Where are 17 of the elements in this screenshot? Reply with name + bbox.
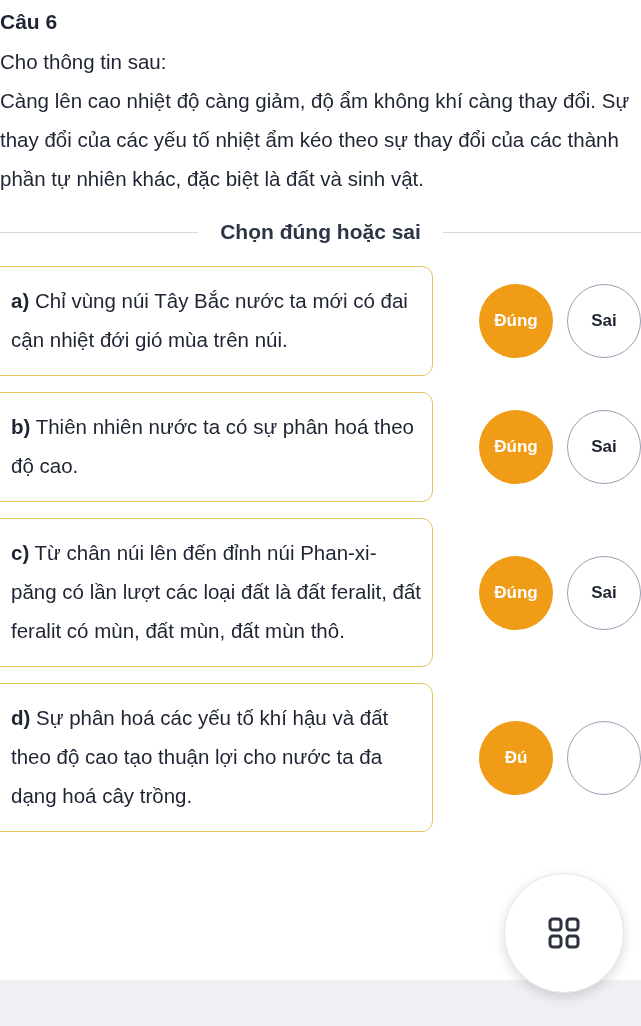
false-button[interactable]: Sai bbox=[567, 555, 641, 630]
statement-text: c) Từ chân núi lên đến đỉnh núi Phan-xi-păng có lần lượt các loại đất là đất feralit, đất feralit có mùn, đất mùn, đất mùn thô. bbox=[11, 541, 422, 642]
intro-text: Cho thông tin sau: bbox=[0, 49, 168, 75]
grid-icon bbox=[548, 917, 580, 949]
grid-menu-button[interactable] bbox=[504, 873, 624, 993]
statement-text: d) Sự phân hoá các yếu tố khí hậu và đất theo độ cao tạo thuận lợi cho nước ta đa dạng hoá cây trồng. bbox=[11, 706, 389, 807]
false-button[interactable]: Sai bbox=[567, 284, 641, 358]
true-button[interactable]: Đúng bbox=[479, 410, 553, 484]
true-button[interactable]: Đúng bbox=[479, 555, 553, 630]
false-button[interactable]: Sai bbox=[567, 410, 641, 484]
true-button[interactable]: Đúng bbox=[479, 284, 553, 358]
passage-text: Càng lên cao nhiệt độ càng giảm, độ ẩm không khí càng thay đổi. Sự thay đổi của các yếu tố nhiệt ẩm kéo theo sự thay đổi của các thành phần tự nhiên khác, đặc biệt là đất và sinh vật. bbox=[0, 88, 631, 192]
statement-text: a) Chỉ vùng núi Tây Bắc nước ta mới có đai cận nhiệt đới gió mùa trên núi. bbox=[11, 289, 408, 351]
true-button[interactable]: Đú bbox=[479, 720, 553, 795]
statement-text: b) Thiên nhiên nước ta có sự phân hoá theo độ cao. bbox=[11, 415, 414, 477]
section-label: Chọn đúng hoặc sai bbox=[220, 220, 421, 244]
question-title: Câu 6 bbox=[0, 9, 59, 35]
